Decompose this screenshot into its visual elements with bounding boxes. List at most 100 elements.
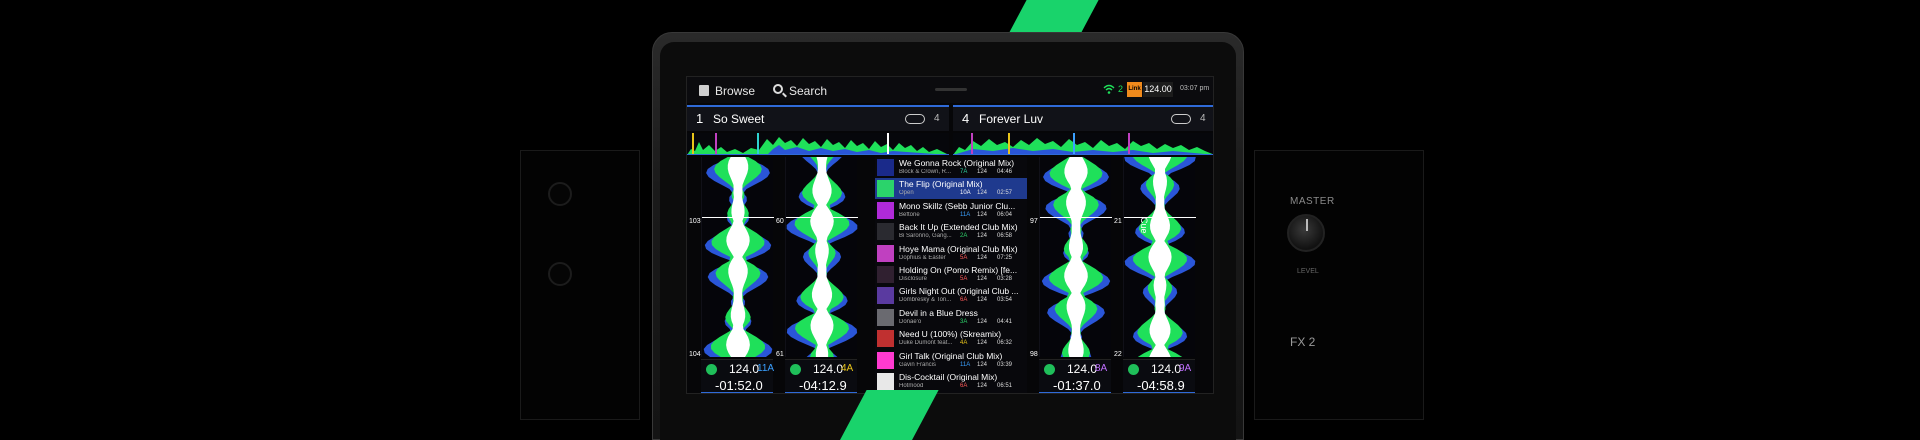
track-artist: Bi Saronno, Gang... bbox=[899, 233, 952, 240]
link-deck-count: 2 bbox=[1118, 84, 1124, 94]
deck-number: 1 bbox=[696, 111, 704, 126]
track-row[interactable]: Mono Skillz (Sebb Junior Clu... Beftone 11… bbox=[875, 200, 1027, 221]
track-row[interactable]: Back It Up (Extended Club Mix) Bi Saronno… bbox=[875, 221, 1027, 242]
sync-icon[interactable] bbox=[790, 364, 801, 375]
master-level-knob[interactable] bbox=[1287, 214, 1325, 252]
track-key: 7A bbox=[960, 169, 968, 175]
track-bpm: 124 bbox=[977, 340, 988, 347]
album-art-icon bbox=[877, 351, 894, 369]
album-art-icon bbox=[877, 330, 894, 348]
wifi-icon bbox=[1103, 84, 1115, 94]
album-art-icon bbox=[877, 287, 894, 305]
deck-progress-bar bbox=[701, 392, 773, 393]
track-key: 11A bbox=[960, 211, 971, 218]
track-title: Devil in a Blue Dress bbox=[899, 307, 978, 318]
track-bpm: 124 bbox=[977, 297, 988, 304]
overview-waveform-1[interactable] bbox=[687, 133, 949, 155]
track-artist: Gavin Francis bbox=[899, 361, 937, 368]
track-artist: Dophius & Easter bbox=[899, 254, 946, 261]
album-art-icon bbox=[877, 308, 894, 326]
track-title: The Flip (Original Mix) bbox=[899, 179, 983, 190]
album-art-icon bbox=[877, 201, 894, 219]
clock: 03:07 pm bbox=[1180, 85, 1210, 92]
album-art-icon bbox=[877, 373, 894, 390]
track-artist: Hotmood bbox=[899, 383, 924, 389]
track-artist: Beftone bbox=[899, 211, 920, 218]
left-mixer-panel bbox=[520, 150, 640, 420]
album-art-icon bbox=[877, 180, 894, 198]
touch-screen: Browse Search 2 Link 124.00 03:07 pm 1 S… bbox=[686, 76, 1214, 394]
overview-waveform-4[interactable] bbox=[953, 133, 1213, 155]
album-art-icon bbox=[877, 266, 894, 283]
track-bpm: 124 bbox=[977, 211, 988, 218]
track-duration: 06:58 bbox=[997, 233, 1013, 240]
track-title: Mono Skillz (Sebb Junior Clu... bbox=[899, 200, 1016, 211]
loop-count: 4 bbox=[1200, 113, 1206, 124]
sync-icon[interactable] bbox=[1128, 364, 1139, 375]
browse-button[interactable]: Browse bbox=[715, 84, 755, 98]
track-title: Need U (100%) (Skreamix) bbox=[899, 329, 1002, 340]
track-key: 4A bbox=[960, 340, 968, 347]
deck-footer-4: 124.0 9A -04:58.9 bbox=[1123, 359, 1195, 393]
link-badge[interactable]: Link bbox=[1127, 82, 1142, 97]
deck-key: 8A bbox=[1095, 363, 1108, 374]
track-browser: We Gonna Rock (Original Mix) Block & Crow… bbox=[875, 157, 1027, 393]
deck-footer-3: 124.0 8A -01:37.0 bbox=[1039, 359, 1111, 393]
track-bpm: 124 bbox=[977, 383, 988, 389]
waveform-lane-3[interactable] bbox=[1039, 157, 1112, 357]
track-duration: 03:28 bbox=[997, 276, 1013, 282]
sync-icon[interactable] bbox=[706, 364, 717, 375]
track-artist: Disclosure bbox=[899, 276, 928, 282]
search-icon bbox=[773, 84, 783, 94]
track-row[interactable]: The Flip (Original Mix) Open 10A 124 02:57 bbox=[875, 178, 1027, 200]
track-row[interactable]: Need U (100%) (Skreamix) Duke Dumont feat… bbox=[875, 328, 1027, 349]
beat-counter: 61 bbox=[776, 351, 784, 358]
search-button[interactable]: Search bbox=[789, 84, 827, 98]
track-row[interactable]: We Gonna Rock (Original Mix) Block & Crow… bbox=[875, 157, 1027, 178]
track-artist: Dombresky & Ton... bbox=[899, 297, 952, 304]
track-bpm: 124 bbox=[977, 276, 988, 282]
deck-header-4[interactable]: 4 Forever Luv 4 bbox=[953, 105, 1213, 131]
deck-key: 11A bbox=[757, 363, 775, 374]
track-title: Girls Night Out (Original Club ... bbox=[899, 286, 1019, 297]
deck-bpm: 124.0 bbox=[1067, 362, 1098, 376]
track-row[interactable]: Holding On (Pomo Remix) [fe... Disclosure… bbox=[875, 264, 1027, 285]
album-art-icon bbox=[877, 223, 894, 241]
master-label: MASTER bbox=[1290, 196, 1335, 207]
track-bpm: 124 bbox=[977, 190, 988, 197]
waveform-lane-4[interactable] bbox=[1123, 157, 1196, 357]
track-title: Back It Up (Extended Club Mix) bbox=[899, 222, 1018, 233]
track-row[interactable]: Devil in a Blue Dress Donae'o 3A 124 04:41 bbox=[875, 307, 1027, 328]
pull-handle[interactable] bbox=[935, 88, 967, 91]
track-title: Holding On (Pomo Remix) [fe... bbox=[899, 265, 1018, 275]
deck-header-1[interactable]: 1 So Sweet 4 bbox=[687, 105, 949, 131]
beat-counter: 104 bbox=[689, 351, 701, 358]
level-label: LEVEL bbox=[1297, 268, 1319, 275]
loop-icon bbox=[1171, 114, 1191, 124]
track-bpm: 124 bbox=[977, 254, 988, 261]
deck-progress-bar bbox=[1039, 392, 1111, 393]
sync-icon[interactable] bbox=[1044, 364, 1055, 375]
deck-progress-bar bbox=[785, 392, 857, 393]
waveform-lane-1[interactable] bbox=[701, 157, 774, 357]
top-bar: Browse Search 2 Link 124.00 03:07 pm bbox=[687, 77, 1213, 103]
deck-bpm: 124.0 bbox=[813, 362, 844, 376]
track-bpm: 124 bbox=[977, 318, 988, 325]
track-duration: 03:39 bbox=[997, 361, 1013, 368]
track-row[interactable]: Dis-Cocktail (Original Mix) Hotmood 6A 124 0… bbox=[875, 371, 1027, 392]
track-duration: 06:51 bbox=[997, 383, 1013, 389]
track-duration: 07:25 bbox=[997, 254, 1013, 261]
folder-icon bbox=[699, 85, 709, 96]
remaining-time: -04:58.9 bbox=[1137, 378, 1185, 393]
deck-title: Forever Luv bbox=[979, 112, 1044, 126]
beat-counter: 22 bbox=[1114, 351, 1122, 358]
track-key: 5A bbox=[960, 254, 968, 261]
track-row[interactable]: Girls Night Out (Original Club ... Dombre… bbox=[875, 285, 1027, 306]
remaining-time: -01:52.0 bbox=[715, 378, 763, 393]
master-bpm[interactable]: 124.00 bbox=[1143, 82, 1173, 97]
track-artist: Block & Crown, R... bbox=[899, 169, 952, 175]
beat-counter: 60 bbox=[776, 218, 784, 225]
track-row[interactable]: Hoye Mama (Original Club Mix) Dophius & E… bbox=[875, 243, 1027, 264]
track-row[interactable]: Girl Talk (Original Club Mix) Gavin Franc… bbox=[875, 350, 1027, 371]
waveform-lane-2[interactable] bbox=[785, 157, 858, 357]
